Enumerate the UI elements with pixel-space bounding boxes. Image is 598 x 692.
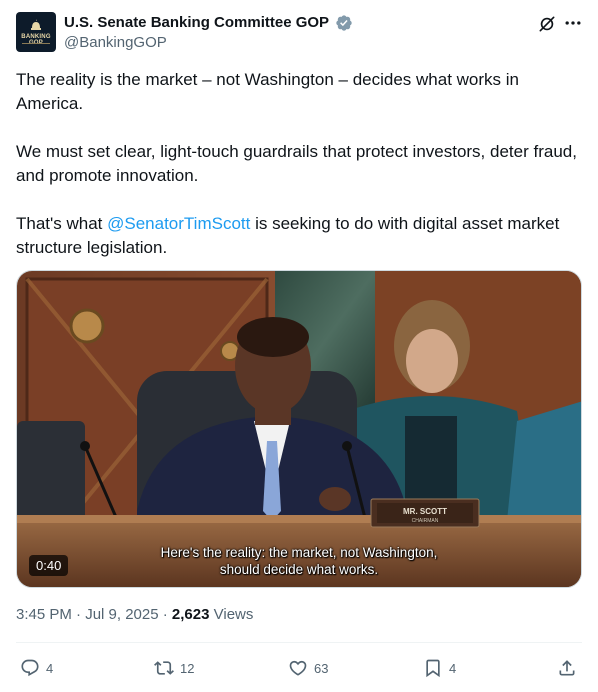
share-icon	[559, 660, 575, 676]
avatar-rule	[22, 43, 50, 44]
post-paragraph: We must set clear, light-touch guardrail…	[16, 142, 577, 185]
grok-icon[interactable]	[537, 14, 557, 34]
bookmark-count: 4	[449, 660, 457, 676]
like-button[interactable]: 63	[288, 656, 328, 680]
post-paragraph: That's what @SenatorTimScott is seeking …	[16, 212, 582, 260]
post-text-segment: That's what	[16, 214, 108, 233]
avatar[interactable]: BANKING GOP	[16, 12, 56, 52]
post-paragraph: The reality is the market – not Washingt…	[16, 70, 519, 113]
avatar-label: BANKING GOP	[21, 34, 51, 46]
video-caption-line: Here's the reality: the market, not Wash…	[160, 545, 438, 560]
bookmark-icon	[426, 659, 440, 678]
heart-icon	[289, 660, 307, 676]
video-duration: 0:40	[29, 555, 69, 576]
display-name[interactable]: U.S. Senate Banking Committee GOP	[64, 14, 329, 31]
video-caption-line: should decide what works.	[219, 562, 379, 577]
reply-count: 4	[46, 660, 54, 676]
like-count: 63	[314, 660, 329, 676]
views-count: 2,623	[171, 606, 210, 623]
repost-icon	[154, 661, 174, 675]
post-meta: 3:45 PM · Jul 9, 2025 · 2,623 Views	[16, 606, 253, 623]
nameplate-title: CHAIRMAN	[412, 518, 439, 524]
nameplate-name: MR. SCOTT	[403, 507, 447, 516]
video-frame: MR. SCOTT CHAIRMAN	[17, 271, 581, 587]
mention-link[interactable]: @SenatorTimScott	[107, 214, 250, 233]
video-player[interactable]: MR. SCOTT CHAIRMAN Here's the reality: t…	[16, 270, 582, 588]
bookmark-button[interactable]: 4	[423, 656, 456, 680]
divider	[16, 642, 582, 643]
capitol-dome-icon	[31, 19, 41, 30]
reply-button[interactable]: 4	[20, 656, 53, 680]
reply-icon	[21, 659, 39, 677]
views-label: Views	[209, 606, 254, 623]
post-timestamp[interactable]: 3:45 PM · Jul 9, 2025 ·	[16, 606, 172, 623]
repost-button[interactable]: 12	[154, 656, 194, 680]
account-handle[interactable]: @BankingGOP	[64, 34, 167, 51]
repost-count: 12	[180, 660, 195, 676]
more-options-icon[interactable]	[563, 13, 583, 33]
verified-badge-icon[interactable]	[335, 14, 353, 32]
post-text: The reality is the market – not Washingt…	[16, 68, 582, 284]
share-button[interactable]	[557, 656, 583, 680]
